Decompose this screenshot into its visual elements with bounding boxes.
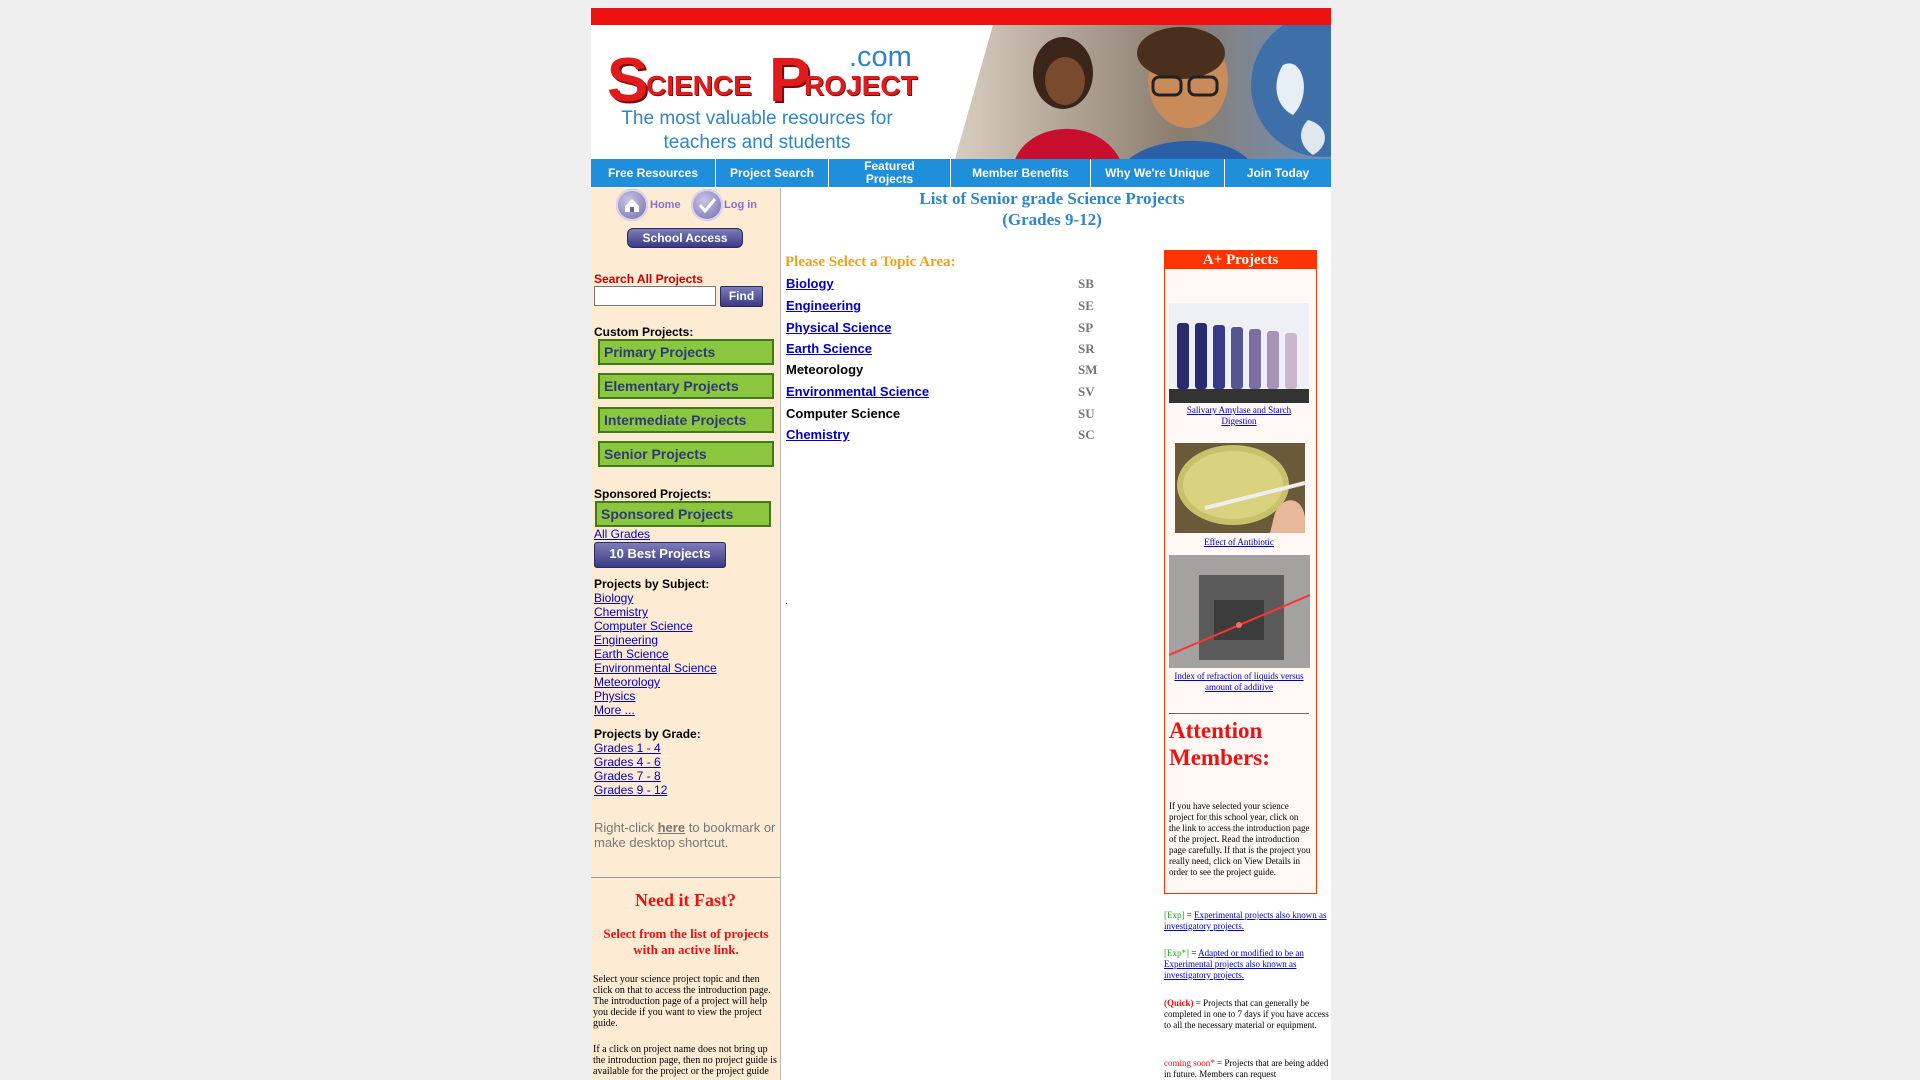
topic-code: SP: [1078, 320, 1094, 335]
legend-coming-soon: coming soon* = Projects that are being a…: [1164, 1058, 1329, 1080]
topic-code: SV: [1078, 384, 1095, 399]
grade-link-1-4[interactable]: Grades 1 - 4: [594, 741, 661, 755]
nav-project-search[interactable]: Project Search: [716, 159, 829, 187]
project-link-refraction[interactable]: Index of refraction of liquids versus am…: [1169, 671, 1309, 693]
divider: [591, 877, 780, 878]
legend-exp: [Exp] = Experimental projects also known…: [1164, 910, 1327, 931]
project-link-amylase[interactable]: Salivary Amylase and Starch Digestion: [1169, 405, 1309, 427]
topic-link-biology[interactable]: Biology: [786, 276, 834, 291]
by-subject-label: Projects by Subject:: [594, 577, 710, 591]
top-red-bar: [591, 8, 1331, 25]
nav-why-unique[interactable]: Why We're Unique: [1091, 159, 1225, 187]
left-sidebar: Home Log in School Access Search All Pro…: [591, 188, 781, 1080]
logo-com: .com: [849, 41, 912, 73]
sponsored-projects-label: Sponsored Projects:: [594, 487, 712, 501]
topic-link-engineering[interactable]: Engineering: [786, 298, 861, 313]
topic-code: SB: [1078, 276, 1094, 291]
sponsored-projects-button[interactable]: Sponsored Projects: [595, 501, 771, 527]
topic-code: SC: [1078, 427, 1095, 442]
legend-exp2-tag: [Exp*]: [1164, 948, 1189, 958]
main-nav: Free Resources Project Search Featured P…: [591, 159, 1331, 187]
subject-link-more[interactable]: More ...: [594, 703, 635, 717]
page: S CIENCE P ROJECT .com The most valuable…: [591, 8, 1331, 1080]
topic-code: SR: [1078, 341, 1095, 356]
senior-projects-button[interactable]: Senior Projects: [598, 441, 774, 467]
antibiotic-dish-image[interactable]: [1175, 443, 1305, 533]
divider: [1169, 713, 1309, 714]
need-fast-heading: Need it Fast?: [635, 890, 736, 910]
refraction-image[interactable]: [1169, 555, 1310, 668]
topic-meteorology: Meteorology: [786, 362, 864, 377]
test-tubes-image[interactable]: [1169, 303, 1309, 403]
subject-link-computer-science[interactable]: Computer Science: [594, 619, 693, 633]
search-label: Search All Projects: [594, 272, 703, 286]
a-plus-panel: A+ Projects Salivary Amylase and Starch …: [1164, 250, 1317, 894]
legend-exp-star: [Exp*] = Adapted or modified to be an Ex…: [1164, 948, 1304, 980]
topic-code: SU: [1078, 406, 1095, 421]
topic-link-environmental-science[interactable]: Environmental Science: [786, 384, 929, 399]
legend-quick-tag: (Quick): [1164, 998, 1194, 1008]
topic-computer-science: Computer Science: [786, 406, 901, 421]
topic-heading: Please Select a Topic Area:: [785, 254, 956, 270]
find-button[interactable]: Find: [720, 286, 763, 307]
subject-link-engineering[interactable]: Engineering: [594, 633, 658, 647]
logo-word-roject: ROJECT: [804, 70, 918, 101]
topic-link-chemistry[interactable]: Chemistry: [786, 427, 850, 442]
main-content: List of Senior grade Science Projects (G…: [782, 188, 1185, 1080]
grade-link-4-6[interactable]: Grades 4 - 6: [594, 755, 661, 769]
legend-exp-link[interactable]: Experimental projects also known as inve…: [1164, 910, 1327, 931]
by-grade-label: Projects by Grade:: [594, 727, 701, 741]
right-column: A+ Projects Salivary Amylase and Starch …: [1164, 188, 1331, 1080]
all-grades-link[interactable]: All Grades: [594, 527, 650, 541]
legend-quick: (Quick) = Projects that can generally be…: [1164, 998, 1329, 1031]
legend-soon-tag: coming soon*: [1164, 1058, 1215, 1068]
tagline: The most valuable resources for teachers…: [621, 108, 893, 153]
no-guide-paragraph: If a click on project name does not brin…: [593, 1044, 777, 1077]
topic-code: SE: [1078, 298, 1094, 313]
subject-link-earth-science[interactable]: Earth Science: [594, 647, 669, 661]
logo-word-cience: CIENCE: [646, 70, 752, 101]
nav-featured-projects[interactable]: Featured Projects: [829, 159, 951, 187]
login-check-icon[interactable]: [691, 189, 723, 221]
legend-exp-tag: [Exp]: [1164, 910, 1185, 920]
custom-projects-label: Custom Projects:: [594, 325, 694, 339]
subject-link-biology[interactable]: Biology: [594, 591, 633, 605]
home-link[interactable]: Home: [650, 199, 681, 211]
ten-best-projects-button[interactable]: 10 Best Projects: [594, 542, 726, 568]
bookmark-note: Right-click here to bookmark or make des…: [594, 820, 779, 850]
nav-join-today[interactable]: Join Today: [1225, 159, 1331, 187]
site-logo[interactable]: S CIENCE P ROJECT .com The most valuable…: [591, 25, 921, 166]
subject-link-chemistry[interactable]: Chemistry: [594, 605, 648, 619]
intro-paragraph: Select your science project topic and th…: [593, 974, 771, 1029]
a-plus-header: A+ Projects: [1165, 251, 1316, 269]
logo-letter-s: S: [607, 46, 649, 115]
topic-code: SM: [1078, 362, 1098, 377]
select-list-note: Select from the list of projects with an…: [603, 926, 769, 957]
banner-photo: [953, 25, 1331, 166]
school-access-button[interactable]: School Access: [627, 228, 743, 248]
site-banner: S CIENCE P ROJECT .com The most valuable…: [591, 25, 1331, 166]
grade-link-9-12[interactable]: Grades 9 - 12: [594, 783, 667, 797]
subject-link-environmental-science[interactable]: Environmental Science: [594, 661, 717, 675]
topic-link-physical-science[interactable]: Physical Science: [786, 320, 892, 335]
grade-link-7-8[interactable]: Grades 7 - 8: [594, 769, 661, 783]
nav-free-resources[interactable]: Free Resources: [591, 159, 716, 187]
subject-link-meteorology[interactable]: Meteorology: [594, 675, 660, 689]
login-link[interactable]: Log in: [724, 199, 757, 211]
project-link-antibiotic[interactable]: Effect of Antibiotic: [1169, 537, 1309, 547]
elementary-projects-button[interactable]: Elementary Projects: [598, 373, 774, 399]
nav-member-benefits[interactable]: Member Benefits: [951, 159, 1091, 187]
stray-dot: .: [785, 595, 789, 607]
subject-link-physics[interactable]: Physics: [594, 689, 635, 703]
home-icon[interactable]: [616, 189, 648, 221]
primary-projects-button[interactable]: Primary Projects: [598, 339, 774, 365]
bookmark-pre: Right-click: [594, 820, 654, 835]
attention-heading: Attention Members:: [1169, 718, 1270, 770]
search-input[interactable]: [594, 286, 716, 306]
intermediate-projects-button[interactable]: Intermediate Projects: [598, 407, 774, 433]
topic-link-earth-science[interactable]: Earth Science: [786, 341, 872, 356]
bookmark-here-link[interactable]: here: [658, 820, 685, 835]
attention-text: If you have selected your science projec…: [1169, 801, 1311, 877]
